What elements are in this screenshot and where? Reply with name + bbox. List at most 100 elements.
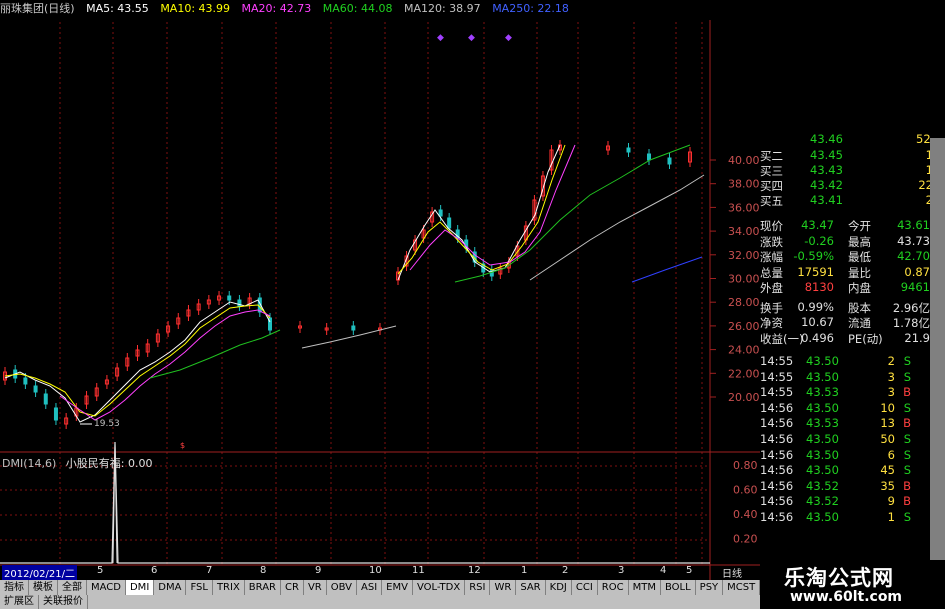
- tab-模板[interactable]: 模板: [29, 580, 58, 595]
- ma250-legend: MA250: 22.18: [492, 2, 569, 15]
- candle-body: [647, 153, 651, 161]
- tab-mtm[interactable]: MTM: [629, 580, 661, 595]
- top-markers: ◆ ◆ ◆: [437, 33, 512, 43]
- tick-time: 14:56: [760, 510, 794, 524]
- tab-dma[interactable]: DMA: [154, 580, 187, 595]
- right-scrollbar[interactable]: [930, 138, 945, 578]
- partial-vol: 52: [916, 132, 931, 146]
- tab-vol-tdx[interactable]: VOL-TDX: [413, 580, 466, 595]
- ma20-legend: MA20: 42.73: [241, 2, 312, 15]
- tab-boll[interactable]: BOLL: [661, 580, 696, 595]
- tick-volume: 9: [887, 494, 895, 509]
- ma5-legend: MA5: 43.55: [86, 2, 149, 15]
- tab-wr[interactable]: WR: [490, 580, 517, 595]
- stat-value: 43.47: [801, 218, 834, 232]
- stat-row: 涨幅 -0.59% 最低 42.70: [758, 249, 930, 264]
- bid-row[interactable]: 买五43.412: [758, 193, 933, 208]
- month-label: 2: [562, 565, 569, 576]
- tick-time: 14:56: [760, 400, 794, 415]
- stat-label-2: 内盘: [848, 281, 871, 295]
- stat-value: 17591: [797, 264, 834, 279]
- stat-row: 涨跌 -0.26 最高 43.73: [758, 234, 930, 249]
- tick-time: 14:56: [760, 463, 794, 478]
- month-label: 1: [521, 565, 528, 576]
- tick-row: 14:56 43.52 35 B: [758, 479, 913, 494]
- tick-row: 14:56 43.50 1 S: [758, 510, 913, 525]
- tab-rsi[interactable]: RSI: [465, 580, 491, 595]
- bottom-button[interactable]: 关联报价: [39, 595, 88, 609]
- bid-price: 43.45: [810, 148, 843, 162]
- tick-volume: 45: [880, 463, 895, 478]
- stat-label: 总量: [760, 265, 783, 280]
- month-label: 3: [618, 565, 625, 576]
- price-tick: 36.00: [728, 201, 760, 214]
- tab-指标[interactable]: 指标: [0, 580, 29, 595]
- month-label: 5: [97, 565, 104, 576]
- tab-cci[interactable]: CCI: [572, 580, 598, 595]
- ma10-line-right: [397, 144, 566, 275]
- tick-price: 43.53: [806, 416, 839, 431]
- candle-body: [53, 407, 58, 421]
- stat-value-2: 43.73: [897, 233, 930, 248]
- bid-label: 买四: [760, 179, 783, 193]
- bid-row[interactable]: 买四 43.42 22: [758, 178, 933, 193]
- tab-vr[interactable]: VR: [304, 580, 327, 595]
- tab-obv[interactable]: OBV: [327, 580, 357, 595]
- tab-cr[interactable]: CR: [281, 580, 304, 595]
- tick-volume: 6: [887, 447, 895, 462]
- chart-header: 丽珠集团(日线) MA5: 43.55 MA10: 43.99 MA20: 42…: [0, 0, 760, 22]
- tab-macd[interactable]: MACD: [87, 580, 126, 595]
- tick-price: 43.50: [806, 447, 839, 462]
- svg-text:◆: ◆: [468, 33, 475, 43]
- tick-price: 43.50: [806, 354, 839, 368]
- stat-value-2: 0.87: [904, 264, 930, 279]
- stat-row: 换手 0.99% 股本 2.96亿: [758, 300, 930, 315]
- price-tick: 20.00: [728, 391, 760, 404]
- stat-label-2: PE(动): [848, 331, 883, 346]
- bid-row[interactable]: 买三43.431: [758, 163, 933, 178]
- tab-brar[interactable]: BRAR: [245, 580, 281, 595]
- tick-row: 14:56 43.53 13 B: [758, 416, 913, 431]
- indicator-tabs: 指标 模板 全部 MACD DMI DMA FSL TRIX BRAR CR VR OBV ASI EMV…: [0, 580, 761, 595]
- tick-side: S: [903, 400, 911, 415]
- stat-label-2: 最低: [848, 250, 871, 264]
- tab-fsl[interactable]: FSL: [186, 580, 213, 595]
- low-marker-label: 19.53: [94, 419, 120, 429]
- tab-全部[interactable]: 全部: [58, 580, 87, 595]
- ma20-line: [59, 309, 271, 421]
- price-tick: 26.00: [728, 320, 760, 333]
- tab-mcst[interactable]: MCST: [723, 580, 761, 595]
- indicator-axis: 0.80 0.60 0.40 0.20: [733, 459, 758, 546]
- price-tick: 32.00: [728, 249, 760, 262]
- stat-row: 外盘 8130 内盘 9461: [758, 280, 930, 295]
- tick-time: 14:56: [760, 432, 794, 446]
- stat-value-2: 9461: [900, 280, 930, 294]
- bid-label: 买二: [760, 149, 783, 163]
- signal-marker: $: [180, 441, 185, 450]
- month-label: 4: [660, 565, 667, 576]
- bottom-button[interactable]: 扩展区: [0, 595, 39, 609]
- tab-asi[interactable]: ASI: [357, 580, 383, 595]
- tab-emv[interactable]: EMV: [382, 580, 413, 595]
- tab-psy[interactable]: PSY: [696, 580, 724, 595]
- tick-row: 14:55 43.50 2 S: [758, 354, 913, 369]
- month-label: 5: [686, 565, 693, 576]
- stat-label-2: 流通: [848, 316, 871, 330]
- tab-dmi[interactable]: DMI: [125, 580, 155, 595]
- tick-time: 14:56: [760, 494, 794, 509]
- month-label: 8: [260, 565, 267, 576]
- tick-volume: 10: [880, 400, 895, 415]
- bid-row[interactable]: 买二43.451: [758, 148, 933, 163]
- stat-label: 换手: [760, 300, 783, 315]
- indicator-label: DMI(14,6): [2, 457, 57, 470]
- bid-price: 43.43: [810, 163, 843, 177]
- svg-text:◆: ◆: [505, 33, 512, 43]
- tab-trix[interactable]: TRIX: [213, 580, 245, 595]
- stat-value-2: 1.78亿: [892, 316, 930, 330]
- tab-sar[interactable]: SAR: [516, 580, 546, 595]
- tab-kdj[interactable]: KDJ: [546, 580, 572, 595]
- tab-roc[interactable]: ROC: [598, 580, 629, 595]
- stock-title: 丽珠集团(日线): [0, 2, 75, 15]
- candle-body: [43, 393, 48, 405]
- tick-row: 14:56 43.50 45 S: [758, 463, 913, 478]
